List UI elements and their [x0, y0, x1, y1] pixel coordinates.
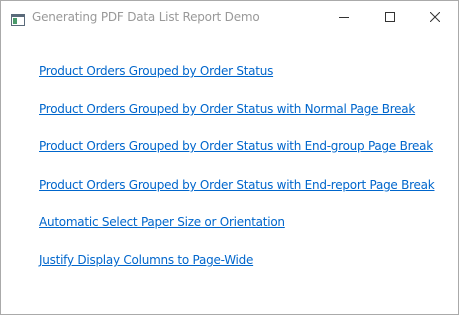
app-window: Generating PDF Data List Report Demo Pro… — [0, 0, 459, 315]
app-window-icon — [11, 11, 25, 26]
link-orders-end-report-page-break[interactable]: Product Orders Grouped by Order Status w… — [39, 178, 435, 192]
close-icon — [429, 7, 441, 26]
minimize-button[interactable] — [321, 1, 367, 32]
link-auto-paper-size-orientation[interactable]: Automatic Select Paper Size or Orientati… — [39, 215, 285, 229]
minimize-icon — [339, 7, 349, 26]
title-bar[interactable]: Generating PDF Data List Report Demo — [1, 1, 458, 32]
link-orders-end-group-page-break[interactable]: Product Orders Grouped by Order Status w… — [39, 139, 433, 153]
maximize-icon — [385, 7, 395, 26]
link-orders-grouped-by-status[interactable]: Product Orders Grouped by Order Status — [39, 64, 273, 78]
window-title: Generating PDF Data List Report Demo — [32, 10, 260, 24]
link-justify-columns-page-wide[interactable]: Justify Display Columns to Page-Wide — [39, 253, 253, 267]
maximize-button[interactable] — [367, 1, 413, 32]
close-button[interactable] — [412, 1, 458, 32]
content-area: Product Orders Grouped by Order Status P… — [1, 32, 458, 314]
link-orders-normal-page-break[interactable]: Product Orders Grouped by Order Status w… — [39, 102, 415, 116]
